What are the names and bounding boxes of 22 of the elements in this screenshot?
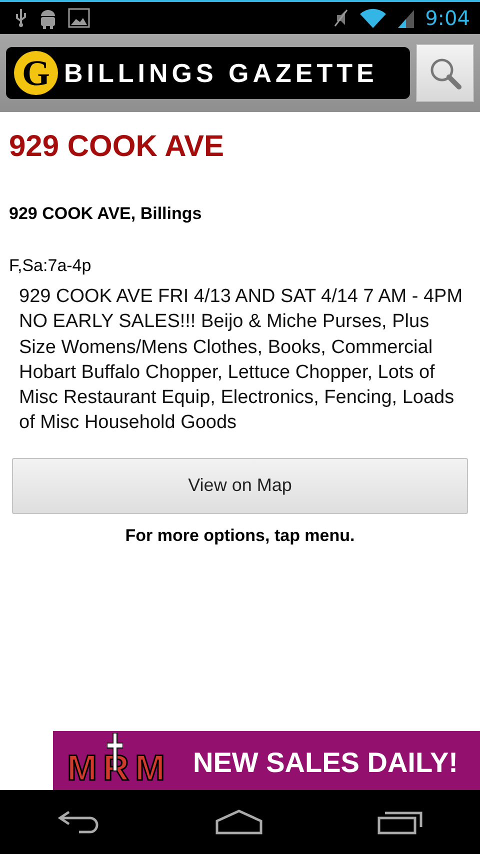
search-icon — [428, 56, 462, 90]
listing-title: 929 COOK AVE — [9, 130, 226, 164]
usb-icon — [14, 8, 28, 28]
listing-description: 929 COOK AVE FRI 4/13 AND SAT 4/14 7 AM - 4PM NO EARLY SALES!!! Beijo & Miche Purses, Plus Size Womens/Mens Clothes, Books, Commercial Hobart Buffalo Chopper, Lettuce Chopper, Lots of Misc Restaurant Equip, Electronics, Fencing, Loads of Misc Household Goods — [19, 285, 464, 436]
ad-headline: NEW SALES DAILY! — [192, 746, 459, 776]
back-icon[interactable] — [57, 809, 101, 835]
recent-apps-icon[interactable] — [377, 809, 423, 835]
search-button[interactable] — [416, 44, 474, 102]
menu-hint: For more options, tap menu. — [124, 526, 356, 546]
image-icon — [68, 8, 90, 28]
listing-hours: F,Sa:7a-4p — [9, 256, 92, 276]
wifi-icon — [359, 7, 388, 29]
logo-mark: G — [14, 51, 58, 95]
listing-address: 929 COOK AVE, Billings — [9, 204, 203, 224]
robot-icon — [38, 7, 58, 29]
ad-banner[interactable]: MRM NEW SALES DAILY! — [53, 731, 480, 790]
view-map-button[interactable]: View on Map — [12, 458, 468, 514]
ad-logo: MRM — [67, 731, 171, 790]
logo-text: BILLINGS GAZETTE — [64, 58, 378, 88]
home-icon[interactable] — [215, 809, 263, 835]
clock-time: 9:04 — [425, 6, 470, 30]
muted-icon — [333, 8, 350, 28]
